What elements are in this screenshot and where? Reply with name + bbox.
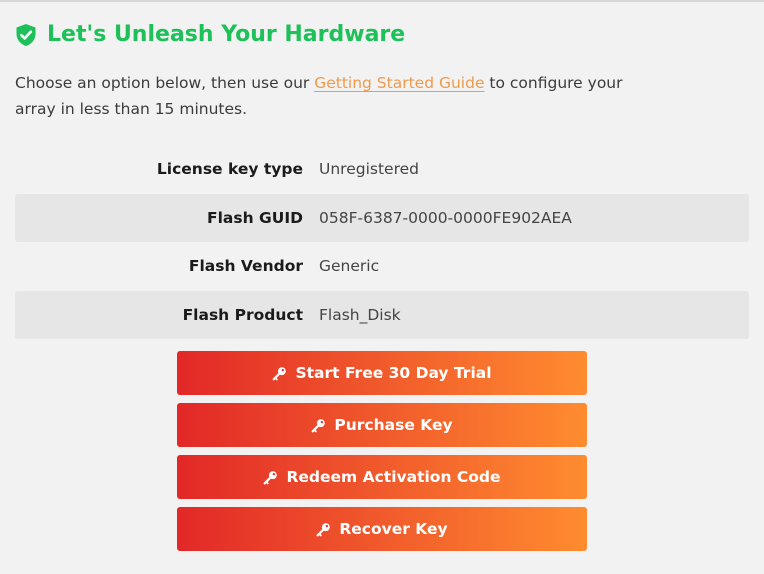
info-row-license-key-type: License key type Unregistered (15, 145, 749, 194)
flash-vendor-value: Generic (319, 257, 380, 276)
redeem-activation-code-button[interactable]: Redeem Activation Code (177, 455, 587, 499)
license-actions: Start Free 30 Day Trial Purchase Key Red… (177, 351, 587, 559)
redeem-activation-code-label: Redeem Activation Code (286, 468, 501, 486)
key-icon (311, 418, 326, 432)
intro-text-before: Choose an option below, then use our (15, 74, 315, 92)
getting-started-guide-link[interactable]: Getting Started Guide (314, 74, 484, 92)
recover-key-label: Recover Key (339, 520, 448, 538)
info-row-flash-product: Flash Product Flash_Disk (15, 290, 749, 339)
start-free-trial-label: Start Free 30 Day Trial (295, 364, 492, 382)
recover-key-button[interactable]: Recover Key (177, 507, 587, 551)
info-row-flash-guid: Flash GUID 058F-6387-0000-0000FE902AEA (15, 193, 749, 242)
top-divider (0, 0, 764, 2)
flash-product-value: Flash_Disk (319, 305, 401, 324)
key-icon (264, 470, 278, 484)
key-icon (273, 366, 287, 380)
intro-text: Choose an option below, then use our Get… (15, 70, 665, 122)
page-title-text: Let's Unleash Your Hardware (47, 22, 406, 47)
purchase-key-label: Purchase Key (334, 416, 453, 434)
flash-product-label: Flash Product (182, 305, 303, 324)
shield-check-icon (16, 24, 36, 46)
flash-guid-value: 058F-6387-0000-0000FE902AEA (319, 208, 572, 227)
license-info-table: License key type Unregistered Flash GUID… (15, 145, 749, 339)
flash-vendor-label: Flash Vendor (188, 257, 303, 276)
page-title: Let's Unleash Your Hardware (15, 20, 405, 50)
key-icon (316, 522, 331, 536)
purchase-key-button[interactable]: Purchase Key (177, 403, 587, 447)
license-key-type-value: Unregistered (319, 160, 419, 179)
license-key-type-label: License key type (156, 160, 303, 179)
start-free-trial-button[interactable]: Start Free 30 Day Trial (177, 351, 587, 395)
flash-guid-label: Flash GUID (207, 208, 303, 227)
info-row-flash-vendor: Flash Vendor Generic (15, 242, 749, 291)
